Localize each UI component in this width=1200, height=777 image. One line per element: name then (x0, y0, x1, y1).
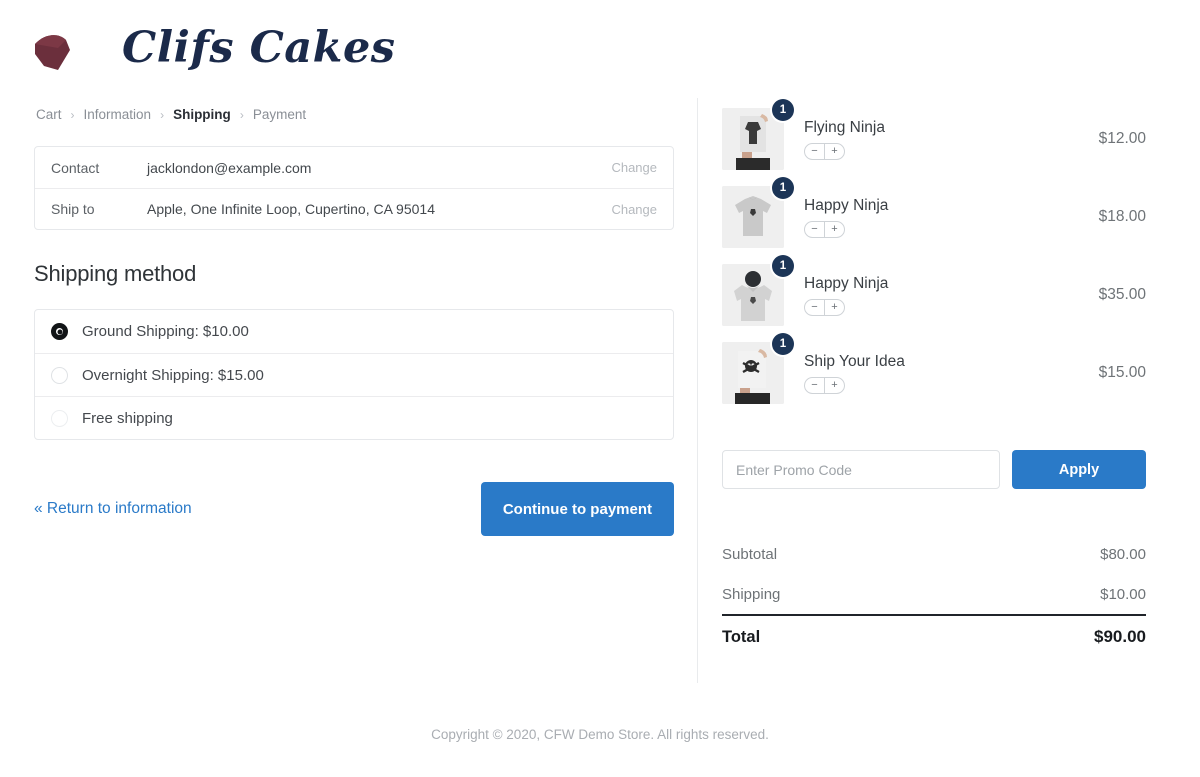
breadcrumb-item-payment[interactable]: Payment (253, 107, 306, 122)
shipping-option-overnight[interactable]: Overnight Shipping: $15.00 (35, 353, 673, 396)
cart-item-name: Flying Ninja (804, 119, 885, 137)
footer-copyright: Copyright © 2020, CFW Demo Store. All ri… (431, 727, 769, 742)
ship-to-label: Ship to (51, 201, 95, 217)
cart-item: 1 Happy Ninja − + $18.00 (722, 177, 1146, 256)
cart-item: 1 Happy Ninja − + $35.00 (722, 255, 1146, 334)
column-divider (697, 98, 698, 683)
increase-quantity-button[interactable]: + (825, 222, 844, 237)
cart-item-name: Happy Ninja (804, 197, 889, 215)
subtotal-amount: $80.00 (1100, 545, 1146, 563)
cart-item-price: $12.00 (1098, 130, 1146, 147)
cart-item-info: Happy Ninja − + (804, 274, 1074, 316)
shipping-option-ground-label: Ground Shipping: $10.00 (82, 323, 249, 340)
shipping-option-free-label: Free shipping (82, 409, 173, 427)
ship-to-change-link[interactable]: Change (611, 202, 657, 217)
chevron-right-icon: › (70, 107, 75, 122)
cart-item-info: Ship Your Idea − + (804, 352, 1074, 394)
breadcrumb-item-information[interactable]: Information (84, 107, 152, 122)
promo-code-input[interactable] (722, 450, 1000, 489)
cart-item-price: $18.00 (1098, 208, 1146, 225)
chevron-right-icon: › (239, 107, 244, 122)
cart-item: 1 Ship Your Idea − + $15.00 (722, 333, 1146, 412)
quantity-stepper[interactable]: − + (804, 298, 845, 316)
cart-item-price: $15.00 (1098, 364, 1146, 381)
shipping-total-row: Shipping $10.00 (722, 574, 1146, 614)
ship-to-value: Apple, One Infinite Loop, Cupertino, CA … (147, 201, 435, 217)
cart-item-name: Happy Ninja (804, 275, 889, 293)
chevron-right-icon: › (160, 107, 165, 122)
increase-quantity-button[interactable]: + (825, 144, 844, 159)
cart-item-name: Ship Your Idea (804, 353, 905, 371)
site-logo[interactable]: Clifs Cakes (30, 20, 396, 76)
continue-to-payment-button[interactable]: Continue to payment (480, 482, 674, 536)
subtotal-row: Subtotal $80.00 (722, 534, 1146, 574)
shipping-method-options: Ground Shipping: $10.00 Overnight Shippi… (34, 309, 674, 440)
cart-item-thumbnail-wrap: 1 (722, 333, 794, 404)
decrease-quantity-button[interactable]: − (805, 378, 824, 393)
grand-total-label: Total (722, 627, 761, 646)
radio-ground-icon[interactable] (51, 323, 68, 340)
radio-overnight-icon[interactable] (51, 366, 68, 384)
brand-name: Clifs Cakes (122, 22, 396, 73)
promo-code-row: Apply (722, 450, 1146, 489)
cart-item-quantity-badge: 1 (772, 333, 794, 355)
quantity-stepper[interactable]: − + (804, 142, 845, 160)
cart-item-thumbnail-wrap: 1 (722, 255, 794, 326)
cart-item-info: Happy Ninja − + (804, 196, 1074, 238)
checkout-form-column: Contact jacklondon@example.com Change Sh… (34, 146, 674, 536)
grand-total-amount: $90.00 (1094, 627, 1146, 646)
cart-item-quantity-badge: 1 (772, 255, 794, 277)
increase-quantity-button[interactable]: + (825, 300, 844, 315)
ship-to-row: Ship to Apple, One Infinite Loop, Cupert… (35, 188, 673, 229)
shipping-total-amount: $10.00 (1100, 585, 1146, 603)
cart-item-price: $35.00 (1098, 286, 1146, 303)
cart-item-quantity-badge: 1 (772, 99, 794, 121)
contact-label: Contact (51, 159, 100, 176)
shipping-total-label: Shipping (722, 585, 781, 603)
subtotal-label: Subtotal (722, 545, 778, 563)
quantity-stepper[interactable]: − + (804, 220, 845, 238)
breadcrumb-item-shipping[interactable]: Shipping (173, 107, 231, 122)
increase-quantity-button[interactable]: + (825, 378, 844, 393)
cart-item-info: Flying Ninja − + (804, 118, 1074, 160)
shipping-option-ground[interactable]: Ground Shipping: $10.00 (35, 310, 673, 353)
cart-item-quantity-badge: 1 (772, 177, 794, 199)
order-summary-column: 1 Flying Ninja − + $12.00 1 Happy Ninja … (722, 99, 1146, 658)
shipping-method-title: Shipping method (34, 261, 197, 286)
order-totals: Subtotal $80.00 Shipping $10.00 Total $9… (722, 534, 1146, 658)
cart-item: 1 Flying Ninja − + $12.00 (722, 99, 1146, 178)
grand-total-row: Total $90.00 (722, 614, 1146, 658)
quantity-stepper[interactable]: − + (804, 376, 845, 394)
contact-row: Contact jacklondon@example.com Change (35, 147, 673, 188)
apply-promo-button[interactable]: Apply (1012, 450, 1146, 489)
return-to-information-link[interactable]: « Return to information (34, 500, 192, 518)
decrease-quantity-button[interactable]: − (805, 222, 824, 237)
shipping-option-free[interactable]: Free shipping (35, 396, 673, 439)
radio-free-icon[interactable] (51, 409, 68, 427)
cake-slice-icon (30, 20, 82, 76)
decrease-quantity-button[interactable]: − (805, 300, 824, 315)
checkout-page: Clifs Cakes Cart › Information › Shippin… (0, 0, 1200, 777)
form-actions: « Return to information Continue to paym… (34, 482, 674, 536)
cart-item-thumbnail-wrap: 1 (722, 177, 794, 248)
decrease-quantity-button[interactable]: − (805, 144, 824, 159)
order-contact-summary: Contact jacklondon@example.com Change Sh… (34, 146, 674, 230)
breadcrumb: Cart › Information › Shipping › Payment (36, 107, 306, 122)
contact-value: jacklondon@example.com (147, 159, 312, 176)
shipping-option-overnight-label: Overnight Shipping: $15.00 (82, 366, 264, 384)
cart-item-thumbnail-wrap: 1 (722, 99, 794, 170)
contact-change-link[interactable]: Change (611, 160, 657, 175)
breadcrumb-item-cart[interactable]: Cart (36, 107, 62, 122)
